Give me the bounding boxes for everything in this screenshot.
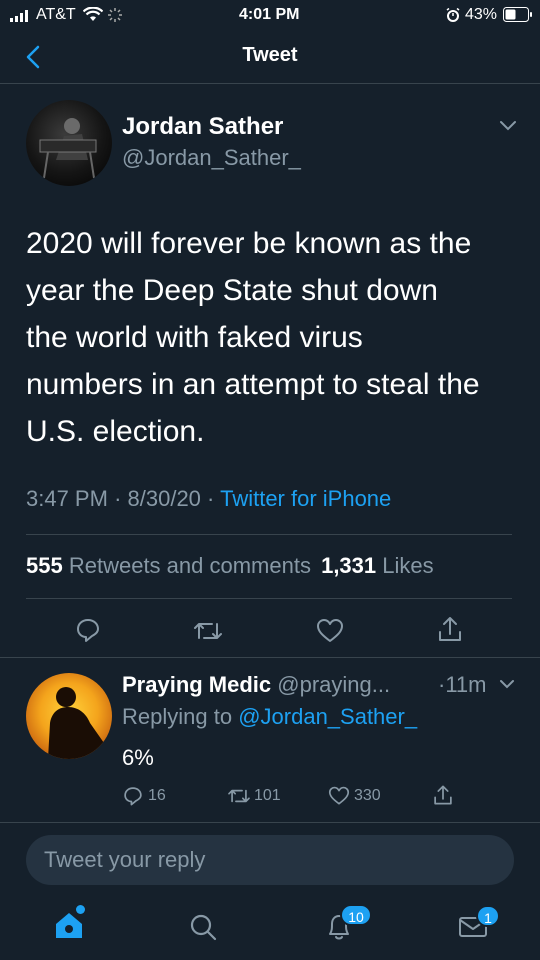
reply-input[interactable]: Tweet your reply (26, 835, 514, 885)
retweet-button[interactable] (192, 618, 224, 644)
heart-icon (328, 786, 350, 806)
tweet-text: 2020 will forever be known as the year t… (26, 220, 526, 455)
reply-comment-button[interactable]: 16 (122, 785, 166, 807)
clock-time: 4:01 PM (239, 6, 300, 23)
retweets-count[interactable]: 555 (26, 553, 63, 578)
reply-author-avatar[interactable] (26, 673, 112, 759)
likes-label[interactable]: Likes (382, 553, 433, 578)
retweet-icon (226, 786, 252, 806)
alarm-icon (446, 8, 460, 22)
reply-options-chevron-icon[interactable] (498, 677, 516, 691)
nav-bar: Tweet (0, 30, 540, 84)
divider (26, 598, 512, 599)
reply-retweet-button[interactable]: 101 (226, 786, 281, 806)
tweet-text-line: numbers in an attempt to steal the (26, 368, 480, 401)
wifi-icon (83, 7, 103, 22)
divider (26, 534, 512, 535)
replying-to-label: Replying to (122, 704, 233, 729)
author-handle[interactable]: @Jordan_Sather_ (122, 145, 301, 171)
carrier-label: AT&T (36, 6, 76, 23)
reply-share-button[interactable] (432, 783, 454, 807)
tweet-text-line: the world with faked virus (26, 321, 363, 354)
status-bar: AT&T 4:01 PM 43% (0, 0, 540, 30)
notifications-badge: 10 (340, 904, 372, 926)
like-button[interactable] (316, 618, 344, 644)
author-avatar[interactable] (26, 100, 112, 186)
retweets-label[interactable]: Retweets and comments (69, 553, 311, 578)
reply-text: 6% (122, 745, 154, 770)
author-name[interactable]: Jordan Sather (122, 113, 283, 141)
share-button[interactable] (436, 614, 464, 644)
tweet-text-line: year the Deep State shut down (26, 274, 438, 307)
reply-age: ·11m (438, 672, 487, 697)
home-notification-dot (76, 905, 85, 914)
signal-icon (10, 10, 30, 22)
comment-button[interactable] (74, 616, 102, 644)
tweet-text-line: U.S. election. (26, 415, 205, 448)
tweet-time: 3:47 PM (26, 486, 108, 511)
reply-author-name[interactable]: Praying Medic (122, 672, 271, 697)
replying-to-link[interactable]: @Jordan_Sather_ (238, 704, 417, 729)
divider (0, 657, 540, 658)
battery-icon (503, 7, 533, 22)
likes-count[interactable]: 1,331 (321, 553, 376, 578)
tweet-stats: 555 Retweets and comments 1,331 Likes (26, 553, 434, 579)
meta-separator: · (114, 486, 122, 511)
tweet-text-line: 2020 will forever be known as the (26, 227, 472, 260)
reply-comment-count: 16 (148, 787, 166, 804)
battery-percent: 43% (465, 6, 498, 23)
tweet-client-link[interactable]: Twitter for iPhone (220, 486, 391, 511)
reply-retweet-count: 101 (254, 787, 281, 804)
tweet-meta: 3:47 PM · 8/30/20 · Twitter for iPhone (26, 486, 391, 512)
reply-author-handle[interactable]: @praying... (277, 672, 390, 697)
meta-separator: · (207, 486, 215, 511)
messages-badge: 1 (476, 905, 500, 927)
tweet-date: 8/30/20 (127, 486, 201, 511)
comment-icon (122, 785, 144, 807)
reply-like-count: 330 (354, 787, 381, 804)
replying-to-line: Replying to @Jordan_Sather_ (122, 704, 417, 730)
tweet-options-chevron-icon[interactable] (498, 118, 518, 132)
reply-like-button[interactable]: 330 (328, 786, 381, 806)
reply-header: Praying Medic @praying... (122, 672, 390, 698)
divider (0, 822, 540, 823)
tab-search[interactable] (188, 912, 218, 942)
page-title: Tweet (242, 44, 298, 66)
loading-spinner-icon (108, 8, 122, 22)
